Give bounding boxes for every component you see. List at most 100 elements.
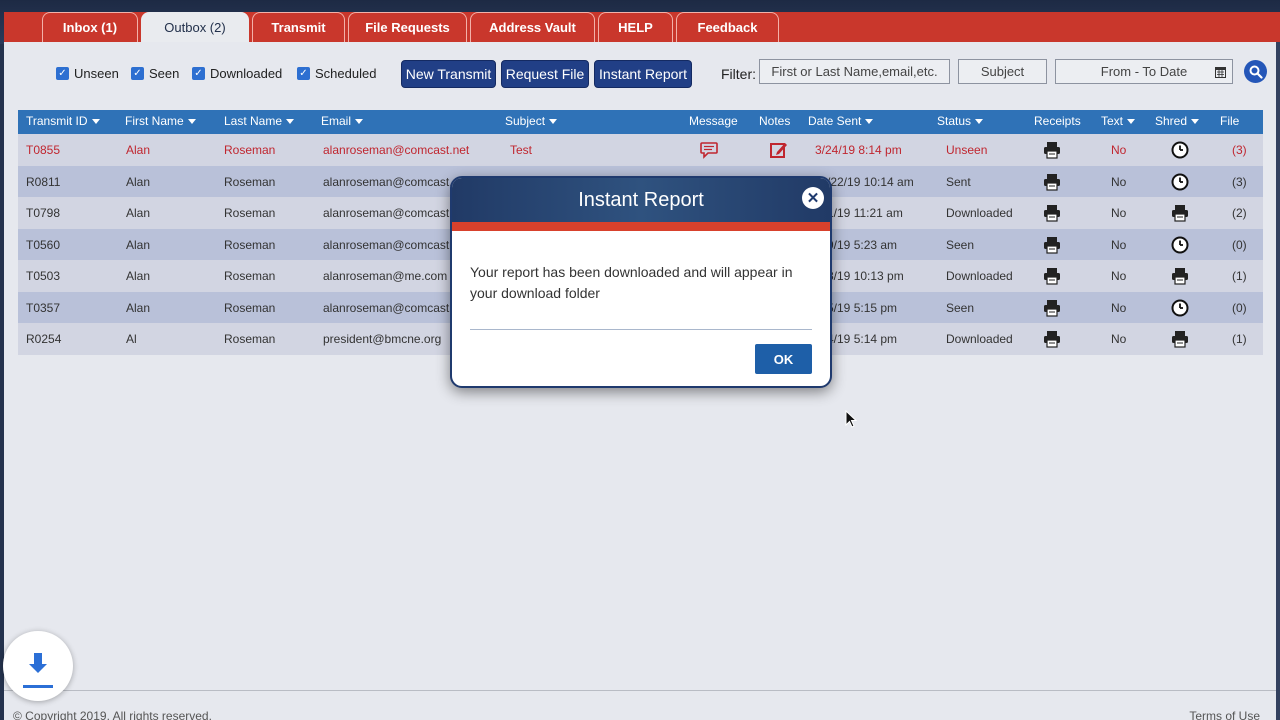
subject-filter-input[interactable]: Subject — [958, 59, 1047, 84]
tab-outbox[interactable]: Outbox (2) — [141, 12, 249, 42]
col-date-sent[interactable]: Date Sent — [808, 114, 874, 128]
terms-of-use-link[interactable]: Terms of Use — [1189, 709, 1260, 720]
cell-first-name: Alan — [126, 269, 151, 283]
shred-printer-icon[interactable] — [1170, 266, 1190, 286]
filter-unseen-checkbox[interactable]: ✓ Unseen — [56, 66, 119, 81]
col-label: Shred — [1155, 114, 1188, 128]
dialog-message: Your report has been downloaded and will… — [470, 264, 793, 301]
tab-file-requests[interactable]: File Requests — [348, 12, 467, 42]
cell-file[interactable]: (2) — [1232, 206, 1247, 220]
filter-label: Filter: — [721, 66, 756, 82]
cell-email: alanroseman@comcast.net — [323, 174, 470, 189]
cell-transmit-id[interactable]: R0811 — [26, 175, 60, 189]
shred-clock-icon[interactable] — [1170, 235, 1190, 255]
shred-printer-icon[interactable] — [1170, 203, 1190, 223]
sort-caret-icon — [187, 119, 196, 125]
edit-note-icon[interactable] — [769, 140, 789, 160]
download-button[interactable] — [3, 631, 73, 701]
dialog-title: Instant Report — [452, 178, 830, 222]
receipt-printer-icon[interactable] — [1042, 235, 1062, 255]
col-shred[interactable]: Shred — [1155, 114, 1200, 128]
col-first-name[interactable]: First Name — [125, 114, 196, 128]
search-button[interactable] — [1244, 60, 1267, 83]
cell-file[interactable]: (3) — [1232, 143, 1247, 157]
col-message: Message — [689, 114, 738, 128]
shred-clock-icon[interactable] — [1170, 298, 1190, 318]
footer: © Copyright 2019. All rights reserved. T… — [4, 690, 1276, 720]
cell-date-sent: 8/19 10:13 pm — [827, 269, 904, 283]
col-receipts: Receipts — [1034, 114, 1081, 128]
receipt-printer-icon[interactable] — [1042, 140, 1062, 160]
cell-transmit-id[interactable]: T0357 — [26, 301, 60, 315]
cell-text: No — [1111, 206, 1127, 220]
col-last-name[interactable]: Last Name — [224, 114, 295, 128]
shred-printer-icon[interactable] — [1170, 329, 1190, 349]
sort-caret-icon — [286, 119, 295, 125]
col-notes: Notes — [759, 114, 791, 128]
cell-first-name: Alan — [126, 300, 151, 315]
col-subject[interactable]: Subject — [505, 114, 558, 128]
tab-inbox[interactable]: Inbox (1) — [42, 12, 138, 42]
name-email-filter-input[interactable]: First or Last Name,email,etc. — [759, 59, 950, 84]
cell-transmit-id[interactable]: T0855 — [26, 143, 60, 157]
cell-email: alanroseman@me.com — [323, 269, 448, 283]
checkbox-label: Unseen — [74, 66, 119, 81]
receipt-printer-icon[interactable] — [1042, 298, 1062, 318]
filter-seen-checkbox[interactable]: ✓ Seen — [131, 66, 179, 81]
cell-transmit-id[interactable]: T0560 — [26, 238, 60, 252]
date-range-filter-input[interactable]: From - To Date — [1055, 59, 1233, 84]
col-label: Text — [1101, 114, 1124, 128]
cell-transmit-id[interactable]: T0798 — [26, 206, 60, 220]
cell-date-sent: 5/19 5:15 pm — [827, 300, 898, 315]
cell-file[interactable]: (1) — [1232, 269, 1247, 283]
instant-report-button[interactable]: Instant Report — [594, 60, 692, 88]
ok-button[interactable]: OK — [755, 344, 812, 374]
receipt-printer-icon[interactable] — [1042, 203, 1062, 223]
message-bubble-icon[interactable] — [699, 140, 719, 160]
shred-clock-icon[interactable] — [1170, 172, 1190, 192]
tab-list: Inbox (1) Outbox (2) Transmit File Reque… — [42, 12, 779, 42]
col-label: Last Name — [224, 114, 283, 128]
cell-last-name: Roseman — [224, 206, 276, 220]
receipt-printer-icon[interactable] — [1042, 329, 1062, 349]
col-transmit-id[interactable]: Transmit ID — [26, 114, 100, 128]
col-text[interactable]: Text — [1101, 114, 1136, 128]
mouse-cursor-icon — [845, 410, 857, 428]
shred-clock-icon[interactable] — [1170, 140, 1190, 160]
col-status[interactable]: Status — [937, 114, 984, 128]
cell-status: Seen — [946, 237, 975, 252]
table-row[interactable]: T0855 Alan Roseman alanroseman@comcast.net T… — [18, 134, 1263, 166]
checkbox-label: Downloaded — [210, 66, 283, 81]
cell-file[interactable]: (1) — [1232, 332, 1247, 346]
cell-file[interactable]: (3) — [1232, 175, 1247, 189]
col-label: Transmit ID — [26, 114, 88, 128]
cell-file[interactable]: (0) — [1232, 301, 1247, 315]
filter-scheduled-checkbox[interactable]: ✓ Scheduled — [297, 66, 376, 81]
cell-first-name: Al — [126, 332, 137, 346]
calendar-icon[interactable] — [1215, 66, 1226, 78]
tab-address-vault[interactable]: Address Vault — [470, 12, 595, 42]
cell-first-name: Alan — [126, 206, 151, 220]
col-label: First Name — [125, 114, 184, 128]
cell-transmit-id[interactable]: T0503 — [26, 269, 60, 283]
sort-caret-icon — [1191, 119, 1200, 125]
cell-text: No — [1111, 300, 1127, 315]
sort-caret-icon — [1127, 119, 1136, 125]
tab-feedback[interactable]: Feedback — [676, 12, 779, 42]
receipt-printer-icon[interactable] — [1042, 172, 1062, 192]
check-icon: ✓ — [297, 67, 310, 80]
filter-downloaded-checkbox[interactable]: ✓ Downloaded — [192, 66, 282, 81]
tab-transmit[interactable]: Transmit — [252, 12, 345, 42]
new-transmit-button[interactable]: New Transmit — [401, 60, 496, 88]
cell-file[interactable]: (0) — [1232, 238, 1247, 252]
cell-status: Downloaded — [946, 206, 1013, 220]
cell-date-sent: 9/19 5:23 am — [827, 237, 898, 252]
cell-transmit-id[interactable]: R0254 — [26, 332, 61, 346]
col-label: Date Sent — [808, 114, 862, 128]
request-file-button[interactable]: Request File — [501, 60, 589, 88]
close-icon[interactable]: ✕ — [802, 187, 824, 209]
col-email[interactable]: Email — [321, 114, 364, 128]
tab-help[interactable]: HELP — [598, 12, 673, 42]
receipt-printer-icon[interactable] — [1042, 266, 1062, 286]
cell-text: No — [1111, 237, 1127, 252]
